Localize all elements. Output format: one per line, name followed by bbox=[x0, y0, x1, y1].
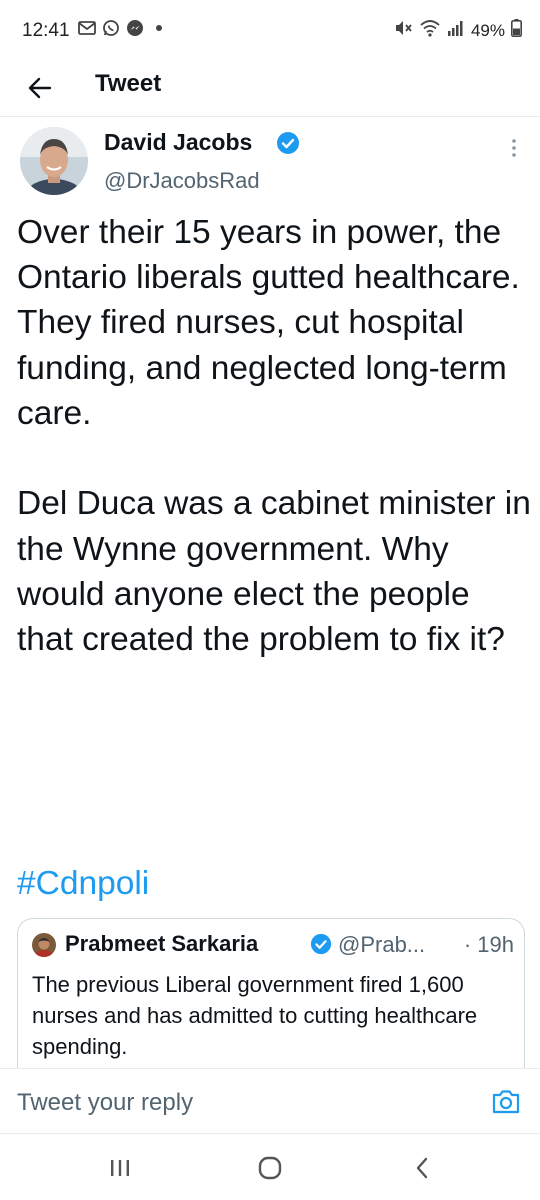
battery-percent: 49% bbox=[470, 20, 505, 40]
home-icon[interactable] bbox=[255, 1154, 285, 1182]
signal-icon bbox=[447, 19, 465, 42]
reply-input[interactable]: Tweet your reply bbox=[17, 1089, 193, 1117]
mute-icon bbox=[393, 19, 413, 42]
tweet-text: Over their 15 years in power, the Ontari… bbox=[17, 214, 531, 658]
quote-timestamp: · 19h bbox=[464, 932, 514, 958]
hashtag-link[interactable]: #Cdnpoli bbox=[17, 865, 149, 903]
verified-badge-icon bbox=[276, 131, 300, 155]
wifi-icon bbox=[419, 19, 441, 42]
status-bar: 12:41 49% bbox=[0, 0, 540, 60]
system-navigation-bar bbox=[0, 1134, 540, 1200]
page-title: Tweet bbox=[95, 70, 162, 97]
gmail-icon bbox=[78, 19, 96, 37]
reply-bar: Tweet your reply bbox=[0, 1068, 540, 1134]
quote-author-name: Prabmeet Sarkaria bbox=[65, 931, 259, 956]
messenger-icon bbox=[126, 19, 144, 37]
status-time: 12:41 bbox=[22, 20, 70, 41]
author-handle[interactable]: @DrJacobsRad bbox=[104, 168, 260, 194]
quote-author-handle: @Prab... bbox=[338, 932, 426, 957]
top-app-bar: Tweet bbox=[0, 60, 540, 117]
author-name[interactable]: David Jacobs bbox=[104, 129, 252, 156]
system-status: 49% bbox=[393, 19, 522, 42]
quote-avatar bbox=[32, 933, 56, 957]
back-nav-icon[interactable] bbox=[407, 1154, 437, 1182]
quote-time: 19h bbox=[477, 932, 514, 957]
notification-dot-icon bbox=[150, 19, 168, 37]
quote-separator: · bbox=[463, 932, 472, 957]
battery-icon bbox=[511, 19, 522, 42]
quote-tweet-text: The previous Liberal government fired 1,… bbox=[32, 972, 478, 1060]
avatar[interactable] bbox=[20, 127, 88, 195]
verified-badge-icon bbox=[310, 933, 332, 955]
back-arrow-icon[interactable] bbox=[20, 68, 60, 108]
camera-icon[interactable] bbox=[490, 1085, 522, 1117]
whatsapp-icon bbox=[102, 19, 120, 37]
notification-icons bbox=[78, 19, 168, 37]
more-options-icon[interactable] bbox=[500, 136, 528, 160]
recent-apps-icon[interactable] bbox=[105, 1154, 135, 1182]
